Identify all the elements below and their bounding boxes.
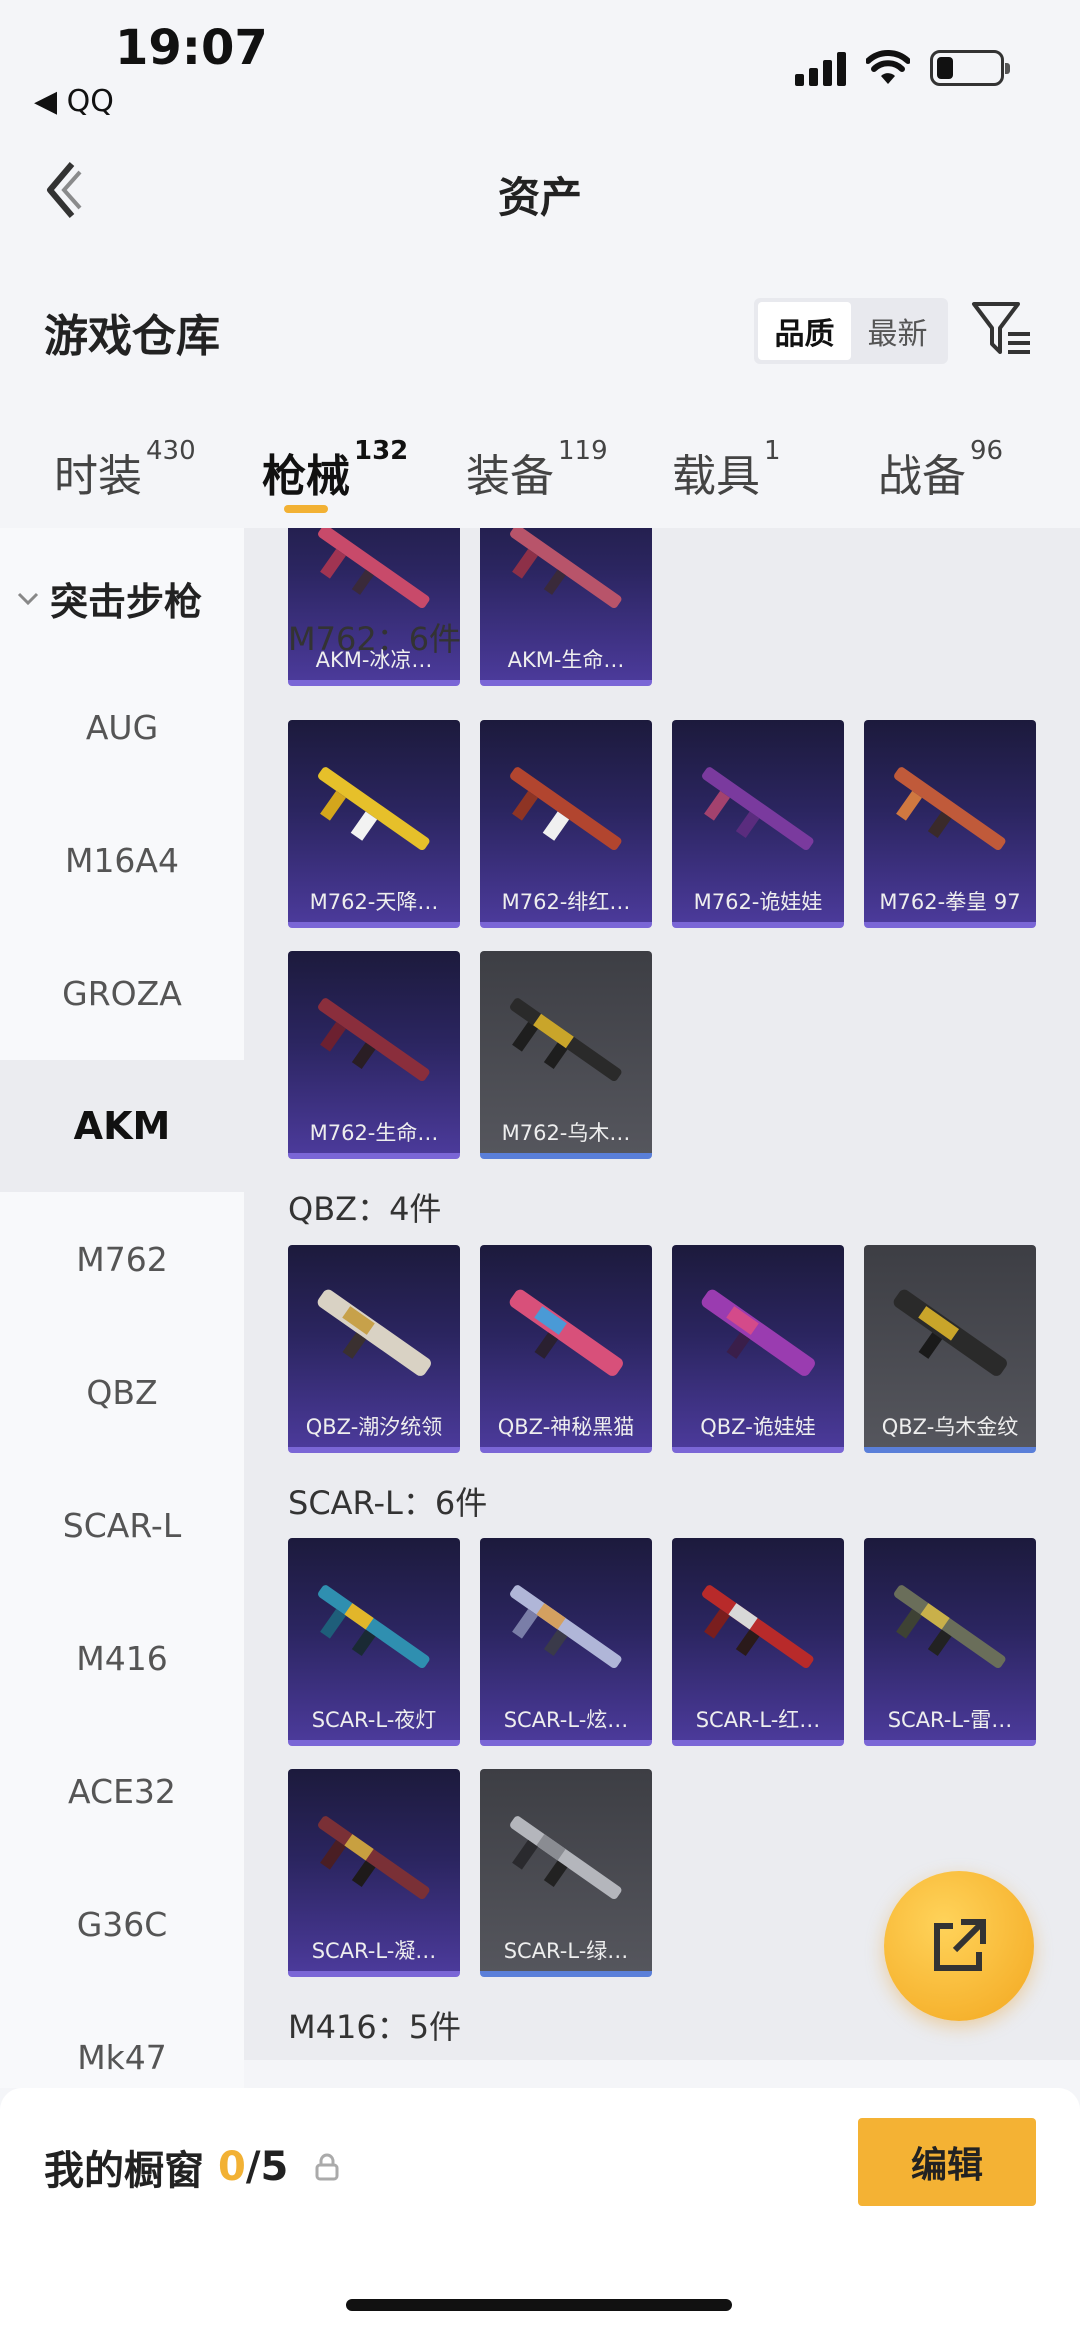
tab-outfits[interactable]: 时装 430 xyxy=(54,436,196,504)
signal-icon xyxy=(795,50,846,86)
sidebar-item-scar-l[interactable]: SCAR-L xyxy=(0,1459,244,1591)
rifle-skin-icon xyxy=(894,767,1006,851)
rifle-skin-icon xyxy=(318,1816,430,1900)
weapon-card[interactable]: QBZ-诡娃娃 xyxy=(672,1245,844,1453)
rifle-skin-icon xyxy=(317,1289,431,1376)
rifle-skin-icon xyxy=(510,767,622,851)
sort-newest-option[interactable]: 最新 xyxy=(851,302,944,360)
weapon-card[interactable]: M762-拳皇 97 xyxy=(864,720,1036,928)
sidebar-item-qbz[interactable]: QBZ xyxy=(0,1326,244,1458)
nav-bar: 资产 xyxy=(0,130,1080,250)
weapon-type-sidebar: 突击步枪 AUG M16A4 GROZA AKM M762 QBZ SCAR-L… xyxy=(0,528,244,2088)
home-indicator xyxy=(346,2299,732,2311)
sidebar-item-mk47[interactable]: Mk47 xyxy=(0,1991,244,2088)
weapon-card[interactable]: QBZ-神秘黑猫 xyxy=(480,1245,652,1453)
filter-icon[interactable] xyxy=(970,298,1034,360)
weapon-card[interactable]: SCAR-L-绿… xyxy=(480,1769,652,1977)
weapon-card[interactable]: M762-诡娃娃 xyxy=(672,720,844,928)
rifle-skin-icon xyxy=(893,1289,1007,1376)
status-time: 19:07 xyxy=(115,20,268,76)
weapon-card[interactable]: SCAR-L-红… xyxy=(672,1538,844,1746)
weapon-card[interactable]: SCAR-L-夜灯 xyxy=(288,1538,460,1746)
rifle-skin-icon xyxy=(509,1289,623,1376)
battery-icon xyxy=(930,50,1010,86)
rifle-skin-icon xyxy=(318,998,430,1082)
rifle-skin-icon xyxy=(702,767,814,851)
weapon-card[interactable]: AKM-生命… xyxy=(480,528,652,686)
sidebar-group-assault-rifles[interactable]: 突击步枪 xyxy=(0,563,244,633)
rifle-skin-icon xyxy=(894,1585,1006,1669)
rifle-skin-icon xyxy=(510,528,622,609)
sidebar-item-g36c[interactable]: G36C xyxy=(0,1858,244,1990)
showcase-total: /5 xyxy=(245,2144,289,2190)
rifle-skin-icon xyxy=(318,767,430,851)
weapon-card[interactable]: AKM-冰凉… xyxy=(288,528,460,686)
showcase-count: 0 xyxy=(218,2144,246,2190)
rifle-skin-icon xyxy=(510,1585,622,1669)
section-title-qbz: QBZ：4件 xyxy=(288,1190,442,1228)
rifle-skin-icon xyxy=(702,1585,814,1669)
section-title-m762: M762：6件 xyxy=(288,620,462,658)
status-icons xyxy=(795,50,1010,86)
tab-vehicles[interactable]: 载具 1 xyxy=(672,436,781,504)
share-button[interactable] xyxy=(884,1871,1034,2021)
active-tab-indicator xyxy=(284,505,328,513)
lock-icon xyxy=(315,2153,339,2181)
sidebar-item-m16a4[interactable]: M16A4 xyxy=(0,794,244,926)
sidebar-item-m416[interactable]: M416 xyxy=(0,1592,244,1724)
sidebar-item-aug[interactable]: AUG xyxy=(0,661,244,793)
chevron-down-icon xyxy=(17,592,39,606)
sidebar-item-m762[interactable]: M762 xyxy=(0,1193,244,1325)
weapon-card[interactable]: QBZ-乌木金纹 xyxy=(864,1245,1036,1453)
warehouse-header: 游戏仓库 品质 最新 xyxy=(0,270,1080,390)
weapon-card[interactable]: M762-绯红… xyxy=(480,720,652,928)
section-title-m416: M416：5件 xyxy=(288,2008,462,2046)
weapon-card[interactable]: SCAR-L-凝… xyxy=(288,1769,460,1977)
share-icon xyxy=(934,1919,986,1971)
rifle-skin-icon xyxy=(701,1289,815,1376)
sort-toggle: 品质 最新 xyxy=(754,298,948,364)
category-tabs: 时装 430 枪械 132 装备 119 载具 1 战备 96 xyxy=(0,420,1080,530)
back-to-app-link[interactable]: ◀ QQ xyxy=(34,84,114,119)
rifle-skin-icon xyxy=(318,1585,430,1669)
showcase-label: 我的橱窗 0/5 xyxy=(44,2138,340,2196)
status-bar: 19:07 ◀ QQ xyxy=(0,0,1080,130)
sidebar-item-ace32[interactable]: ACE32 xyxy=(0,1725,244,1857)
tab-weapons[interactable]: 枪械 132 xyxy=(262,436,408,504)
weapon-grid: AKM-冰凉… AKM-生命… M762：6件 M762-天降… M762-绯红… xyxy=(244,528,1080,2060)
warehouse-title: 游戏仓库 xyxy=(44,311,220,362)
tab-equipment[interactable]: 装备 119 xyxy=(466,436,608,504)
section-title-scar-l: SCAR-L：6件 xyxy=(288,1484,488,1522)
rifle-skin-icon xyxy=(510,998,622,1082)
rifle-skin-icon xyxy=(510,1816,622,1900)
sort-quality-option[interactable]: 品质 xyxy=(758,302,851,360)
sidebar-item-groza[interactable]: GROZA xyxy=(0,927,244,1059)
page-title: 资产 xyxy=(497,173,582,222)
weapon-card[interactable]: QBZ-潮汐统领 xyxy=(288,1245,460,1453)
wifi-icon xyxy=(866,50,910,84)
edit-button[interactable]: 编辑 xyxy=(858,2118,1036,2206)
weapon-card[interactable]: SCAR-L-雷… xyxy=(864,1538,1036,1746)
sidebar-item-akm[interactable]: AKM xyxy=(0,1060,244,1192)
weapon-card[interactable]: SCAR-L-炫… xyxy=(480,1538,652,1746)
weapon-card[interactable]: M762-生命… xyxy=(288,951,460,1159)
weapon-card[interactable]: M762-乌木… xyxy=(480,951,652,1159)
weapon-card[interactable]: M762-天降… xyxy=(288,720,460,928)
tab-supplies[interactable]: 战备 96 xyxy=(878,436,1003,504)
